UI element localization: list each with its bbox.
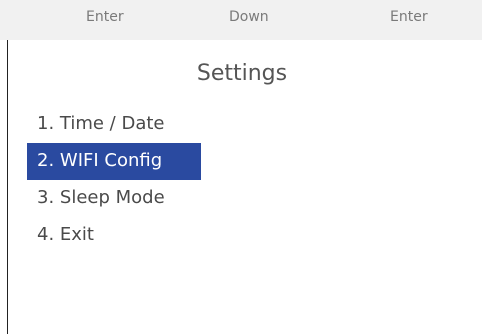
down-button[interactable]: Down bbox=[229, 9, 269, 25]
menu-item-exit[interactable]: 4. Exit bbox=[27, 217, 201, 254]
page-title: Settings bbox=[196, 61, 288, 86]
left-enter-button[interactable]: Enter bbox=[86, 9, 124, 25]
menu-item-wifi-config[interactable]: 2. WIFI Config bbox=[27, 143, 201, 180]
hardware-button-bar: Enter Down Enter bbox=[0, 0, 482, 40]
right-enter-button[interactable]: Enter bbox=[390, 9, 428, 25]
settings-menu: 1. Time / Date 2. WIFI Config 3. Sleep M… bbox=[27, 106, 201, 254]
menu-item-time-date[interactable]: 1. Time / Date bbox=[27, 106, 201, 143]
menu-item-sleep-mode[interactable]: 3. Sleep Mode bbox=[27, 180, 201, 217]
display-screen: Settings 1. Time / Date 2. WIFI Config 3… bbox=[7, 40, 482, 334]
device-ui: Enter Down Enter Settings 1. Time / Date… bbox=[0, 0, 482, 334]
